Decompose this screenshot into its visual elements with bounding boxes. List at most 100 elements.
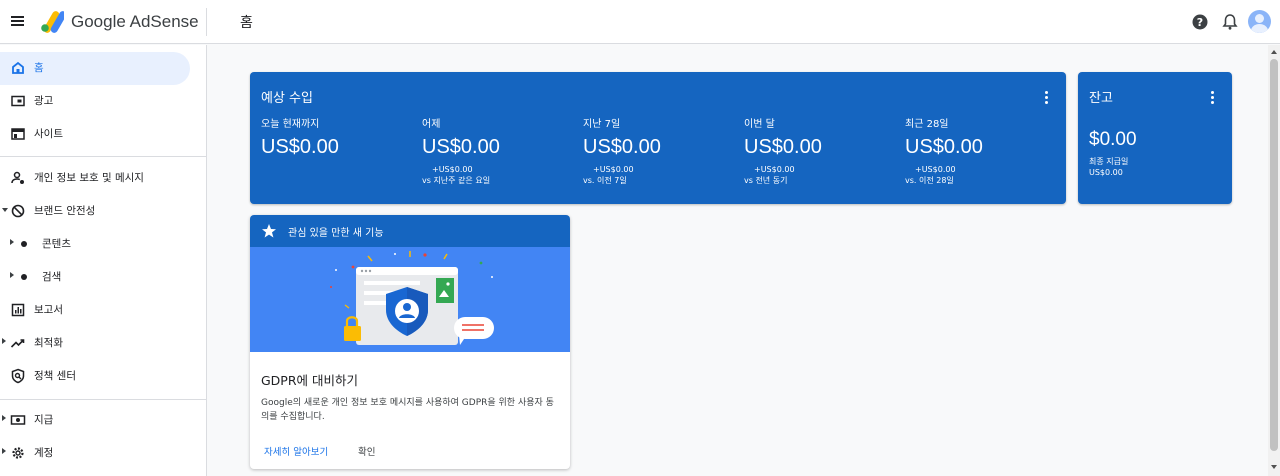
metric-comparison: vs. 이전 28일 (905, 176, 954, 185)
metric-delta: +US$0.00 (915, 165, 956, 174)
sidebar-item-label: 홈 (34, 62, 44, 74)
last-payment-label: 최종 지급일 (1089, 157, 1129, 166)
sidebar-item-label: 정책 센터 (34, 370, 76, 382)
metric-last-28-days: 최근 28일 US$0.00 +US$0.00 vs. 이전 28일 (905, 115, 1055, 186)
metric-yesterday: 어제 US$0.00 +US$0.00 vs 지난주 같은 요일 (422, 115, 572, 186)
chevron-right-icon (2, 338, 6, 344)
card-title: 잔고 (1089, 91, 1113, 106)
sidebar-item-account[interactable]: 계정 (0, 437, 190, 470)
metric-value: US$0.00 (905, 136, 983, 158)
estimated-earnings-card: 예상 수입 오늘 현재까지 US$0.00 어제 US$0.00 +US$0.0… (250, 72, 1066, 204)
sidebar-item-home[interactable]: 홈 (0, 52, 190, 85)
gear-icon (12, 447, 24, 459)
sidebar-item-search[interactable]: 검색 (0, 261, 190, 294)
sidebar-item-label: 개인 정보 보호 및 메시지 (34, 172, 144, 184)
metric-comparison: vs. 이전 7일 (583, 176, 627, 185)
metric-value: US$0.00 (744, 136, 822, 158)
policy-shield-icon (11, 368, 25, 384)
metric-comparison: vs 지난주 같은 요일 (422, 176, 491, 185)
reports-icon (11, 303, 25, 317)
feature-title: GDPR에 대비하기 (261, 373, 359, 388)
sidebar-item-privacy-messaging[interactable]: 개인 정보 보호 및 메시지 (0, 162, 190, 195)
sidebar-divider (0, 399, 207, 400)
sidebar-item-reports[interactable]: 보고서 (0, 294, 190, 327)
balance-value: $0.00 (1089, 129, 1137, 150)
page-title: 홈 (240, 15, 253, 31)
account-avatar[interactable] (1248, 10, 1271, 33)
scroll-down-arrow-icon[interactable] (1271, 465, 1277, 469)
feature-card-heading: 관심 있을 만한 새 기능 (288, 228, 384, 239)
scrollbar-thumb[interactable] (1270, 59, 1278, 451)
bullet-icon (21, 274, 27, 280)
bullet-icon (21, 241, 27, 247)
gdpr-illustration (250, 247, 570, 352)
block-icon (11, 204, 25, 218)
balance-card: 잔고 $0.00 최종 지급일 US$0.00 (1078, 72, 1232, 204)
metric-value: US$0.00 (422, 136, 500, 158)
sites-icon (11, 128, 25, 140)
metric-label: 최근 28일 (905, 119, 949, 130)
page-scrollbar[interactable] (1268, 45, 1280, 476)
sidebar: 홈 광고 사이트 개인 정보 보호 및 메시지 브랜드 안전성 콘텐츠 검색 보… (0, 45, 207, 476)
new-feature-card: 관심 있을 만한 새 기능 GDPR에 대비하기 Google의 새로운 개인 … (250, 215, 570, 469)
person-settings-icon (11, 171, 24, 184)
card-title: 예상 수입 (261, 91, 313, 106)
sidebar-item-label: 계정 (34, 447, 54, 459)
sidebar-item-label: 광고 (34, 95, 54, 107)
metric-delta: +US$0.00 (593, 165, 634, 174)
sidebar-item-label: 최적화 (34, 337, 63, 349)
sidebar-divider (0, 156, 207, 157)
payments-icon (10, 415, 26, 425)
metric-today: 오늘 현재까지 US$0.00 (261, 115, 411, 159)
trending-up-icon (10, 339, 25, 348)
chevron-right-icon (2, 415, 6, 421)
learn-more-button[interactable]: 자세히 알아보기 (264, 444, 328, 458)
metric-comparison: vs 전년 동기 (744, 176, 788, 185)
main-menu-button[interactable] (8, 10, 30, 32)
product-name: Google AdSense (71, 12, 199, 31)
more-options-icon[interactable] (1208, 91, 1218, 105)
scroll-up-arrow-icon[interactable] (1271, 50, 1277, 54)
chevron-right-icon (2, 448, 6, 454)
star-icon (262, 224, 276, 238)
sidebar-item-label: 검색 (42, 271, 62, 283)
sidebar-item-label: 보고서 (34, 304, 63, 316)
metric-last-7-days: 지난 7일 US$0.00 +US$0.00 vs. 이전 7일 (583, 115, 733, 186)
sidebar-item-label: 사이트 (34, 128, 63, 140)
feature-card-header: 관심 있을 만한 새 기능 (250, 215, 570, 247)
adsense-logo-icon (41, 11, 64, 33)
sidebar-item-optimization[interactable]: 최적화 (0, 327, 190, 360)
sidebar-item-label: 지급 (34, 414, 54, 426)
notifications-bell-icon[interactable] (1219, 11, 1241, 33)
metric-value: US$0.00 (583, 136, 661, 158)
metric-value: US$0.00 (261, 136, 339, 158)
sidebar-item-policy-center[interactable]: 정책 센터 (0, 360, 190, 393)
metric-delta: +US$0.00 (754, 165, 795, 174)
metric-label: 오늘 현재까지 (261, 119, 320, 130)
svg-text:?: ? (1197, 16, 1203, 29)
sidebar-item-payments[interactable]: 지급 (0, 404, 190, 437)
metric-label: 지난 7일 (583, 119, 621, 130)
metric-label: 이번 달 (744, 119, 775, 130)
sidebar-item-sites[interactable]: 사이트 (0, 118, 190, 151)
ads-icon (11, 95, 25, 107)
metric-this-month: 이번 달 US$0.00 +US$0.00 vs 전년 동기 (744, 115, 894, 186)
chevron-right-icon (10, 239, 14, 245)
sidebar-item-label: 브랜드 안전성 (34, 205, 96, 217)
chevron-right-icon (10, 272, 14, 278)
home-icon (12, 61, 24, 74)
confirm-button[interactable]: 확인 (358, 444, 375, 458)
last-payment-amount: US$0.00 (1089, 168, 1123, 177)
sidebar-item-ads[interactable]: 광고 (0, 85, 190, 118)
top-app-bar: Google AdSense 홈 ? (0, 0, 1280, 44)
chevron-down-icon (2, 208, 8, 212)
header-divider (206, 8, 207, 36)
metric-delta: +US$0.00 (432, 165, 473, 174)
sidebar-item-label: 콘텐츠 (42, 238, 71, 250)
sidebar-item-content[interactable]: 콘텐츠 (0, 228, 190, 261)
sidebar-item-brand-safety[interactable]: 브랜드 안전성 (0, 195, 190, 228)
help-icon[interactable]: ? (1189, 11, 1211, 33)
feature-description: Google의 새로운 개인 정보 보호 메시지를 사용하여 GDPR을 위한 … (261, 398, 554, 422)
metric-label: 어제 (422, 119, 441, 130)
more-options-icon[interactable] (1042, 91, 1052, 105)
